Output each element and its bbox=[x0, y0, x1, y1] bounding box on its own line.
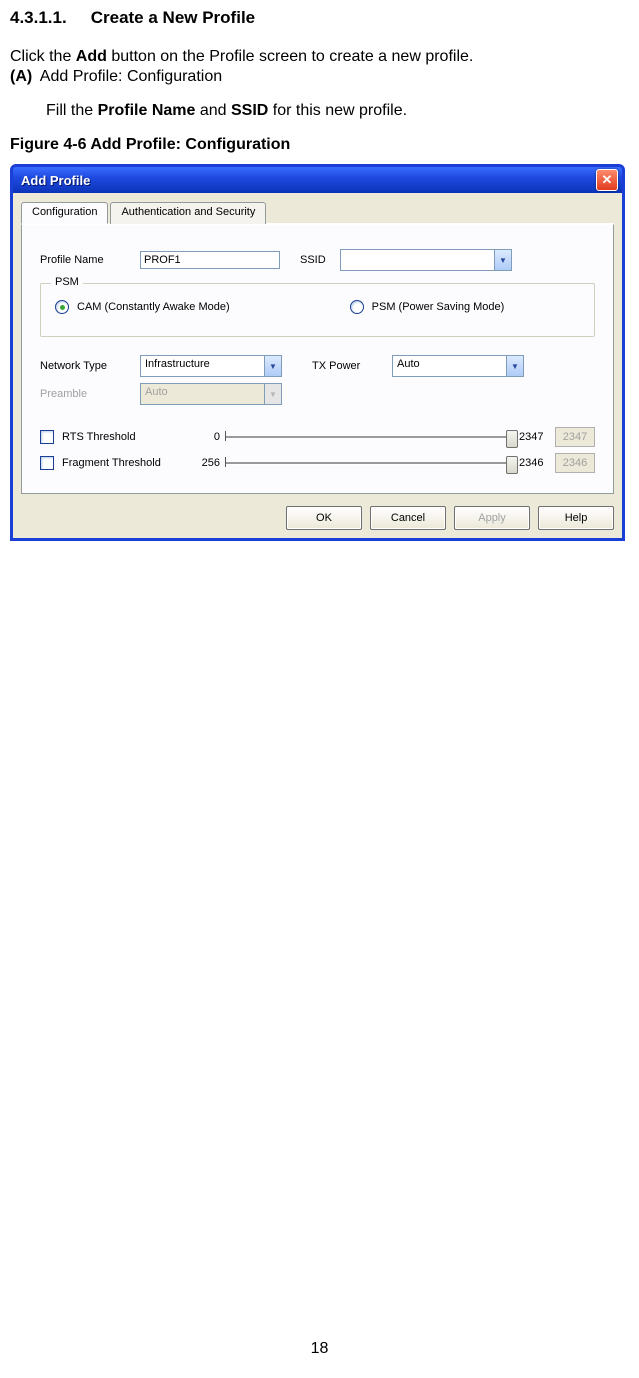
frag-low: 256 bbox=[190, 457, 220, 469]
psm-group: PSM CAM (Constantly Awake Mode) PSM (Pow… bbox=[40, 283, 595, 337]
rts-low: 0 bbox=[190, 431, 220, 443]
list-item-a: (A) Add Profile: Configuration bbox=[10, 68, 629, 86]
figure-caption: Figure 4-6 Add Profile: Configuration bbox=[10, 136, 629, 154]
profile-name-label: Profile Name bbox=[40, 254, 140, 266]
radio-psm[interactable]: PSM (Power Saving Mode) bbox=[350, 300, 505, 314]
section-heading: 4.3.1.1.Create a New Profile bbox=[10, 8, 629, 28]
ssid-combo[interactable]: ▼ bbox=[340, 249, 512, 271]
config-panel: Profile Name SSID ▼ PSM CAM (Constantly … bbox=[21, 224, 614, 494]
rts-high: 2347 bbox=[519, 431, 555, 443]
titlebar[interactable]: Add Profile ✕ bbox=[13, 167, 622, 193]
rts-value: 2347 bbox=[555, 427, 595, 447]
frag-high: 2346 bbox=[519, 457, 555, 469]
chevron-down-icon[interactable]: ▼ bbox=[264, 356, 281, 376]
tab-strip: Configuration Authentication and Securit… bbox=[21, 201, 614, 224]
frag-value: 2346 bbox=[555, 453, 595, 473]
chevron-down-icon[interactable]: ▼ bbox=[494, 250, 511, 270]
checkbox-icon bbox=[40, 430, 54, 444]
network-type-combo[interactable]: Infrastructure ▼ bbox=[140, 355, 282, 377]
list-item-a-detail: Fill the Profile Name and SSID for this … bbox=[46, 102, 629, 120]
tx-power-label: TX Power bbox=[312, 360, 392, 372]
preamble-label: Preamble bbox=[40, 388, 140, 400]
rts-checkbox[interactable]: RTS Threshold bbox=[40, 430, 190, 444]
page-number: 18 bbox=[0, 1340, 639, 1358]
tab-configuration[interactable]: Configuration bbox=[21, 202, 108, 224]
preamble-combo: Auto ▼ bbox=[140, 383, 282, 405]
help-button[interactable]: Help bbox=[538, 506, 614, 530]
frag-slider[interactable] bbox=[226, 453, 513, 473]
close-icon[interactable]: ✕ bbox=[596, 169, 618, 191]
chevron-down-icon[interactable]: ▼ bbox=[506, 356, 523, 376]
radio-off-icon bbox=[350, 300, 364, 314]
add-profile-window: Add Profile ✕ Configuration Authenticati… bbox=[10, 164, 625, 541]
intro-text: Click the Add button on the Profile scre… bbox=[10, 48, 629, 66]
radio-on-icon bbox=[55, 300, 69, 314]
network-type-label: Network Type bbox=[40, 360, 140, 372]
ok-button[interactable]: OK bbox=[286, 506, 362, 530]
checkbox-icon bbox=[40, 456, 54, 470]
tab-auth-security[interactable]: Authentication and Security bbox=[110, 202, 266, 224]
tx-power-combo[interactable]: Auto ▼ bbox=[392, 355, 524, 377]
rts-slider[interactable] bbox=[226, 427, 513, 447]
window-title: Add Profile bbox=[17, 173, 90, 188]
chevron-down-icon: ▼ bbox=[264, 384, 281, 404]
apply-button: Apply bbox=[454, 506, 530, 530]
ssid-label: SSID bbox=[300, 254, 340, 266]
frag-checkbox[interactable]: Fragment Threshold bbox=[40, 456, 190, 470]
profile-name-input[interactable] bbox=[140, 251, 280, 269]
radio-cam[interactable]: CAM (Constantly Awake Mode) bbox=[55, 300, 230, 314]
cancel-button[interactable]: Cancel bbox=[370, 506, 446, 530]
